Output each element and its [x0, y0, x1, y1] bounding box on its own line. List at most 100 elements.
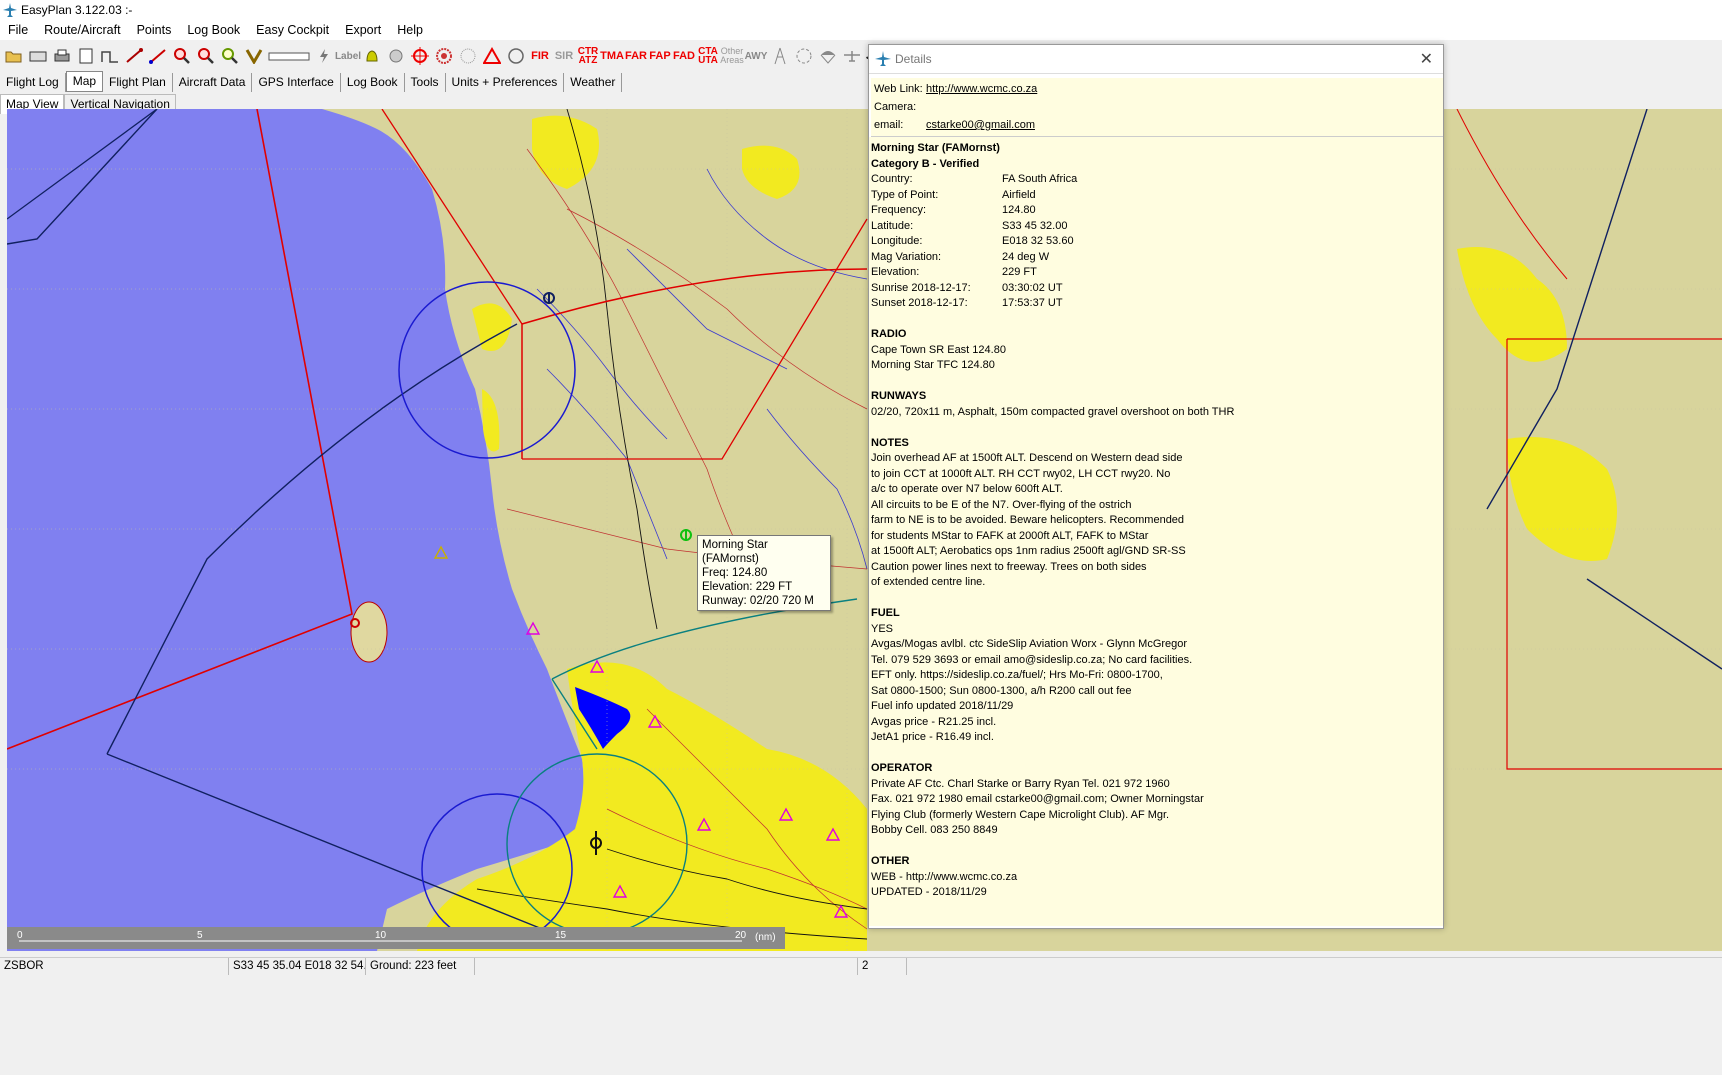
operator-line: Bobby Cell. 083 250 8849 [871, 824, 998, 836]
airfield-name: Morning Star (FAMornst) [871, 142, 1000, 154]
tower-icon[interactable] [769, 45, 791, 67]
vor-icon[interactable] [433, 45, 455, 67]
glider-icon[interactable] [841, 45, 863, 67]
print-icon[interactable] [51, 45, 73, 67]
field-value: S33 45 32.00 [1002, 219, 1068, 232]
ndb-icon[interactable] [457, 45, 479, 67]
other-line: WEB - http://www.wcmc.co.za [871, 870, 1018, 883]
scale-tick-5: 5 [197, 930, 203, 941]
map-canvas[interactable] [7, 109, 1722, 951]
fir-toggle[interactable]: FIR [529, 45, 551, 67]
cta-uta-toggle[interactable]: CTA UTA [697, 45, 719, 67]
airfield-tooltip: Morning Star (FAMornst) Freq: 124.80 Ele… [697, 535, 831, 611]
window-title: EasyPlan 3.122.03 :- [21, 3, 133, 17]
fuel-line: Fuel info updated 2018/11/29 [871, 700, 1014, 712]
camera-label: Camera: [874, 101, 917, 113]
ruler-icon[interactable] [267, 45, 311, 67]
parachute-icon[interactable] [817, 45, 839, 67]
obstacle-triangle-icon[interactable] [481, 45, 503, 67]
ctr-atz-toggle[interactable]: CTR ATZ [577, 45, 599, 67]
field-label: Sunrise 2018-12-17: [871, 281, 971, 294]
tab-flight-plan[interactable]: Flight Plan [103, 73, 173, 92]
fuel-heading: FUEL [871, 607, 900, 619]
details-title: Details [895, 52, 932, 66]
bell-icon[interactable] [361, 45, 383, 67]
route-line-icon[interactable] [123, 45, 145, 67]
distance-scale-bar: 0 5 10 15 20 (nm) [7, 927, 785, 949]
status-bar: ZSBOR S33 45 35.04 E018 32 54.70 Ground:… [0, 957, 1722, 976]
vfr-chart-icon[interactable] [243, 45, 265, 67]
web-link[interactable]: http://www.wcmc.co.za [926, 83, 1037, 95]
field-value: 17:53:37 UT [1002, 297, 1063, 309]
zoom-in-icon[interactable] [171, 45, 193, 67]
open-folder-icon[interactable] [3, 45, 25, 67]
menu-file[interactable]: File [0, 23, 36, 37]
terrain-icon[interactable] [385, 45, 407, 67]
fad-toggle[interactable]: FAD [673, 45, 695, 67]
label-toggle[interactable]: Label [335, 45, 361, 67]
far-toggle[interactable]: FAR [625, 45, 647, 67]
menu-easy-cockpit[interactable]: Easy Cockpit [248, 23, 337, 37]
notes-line: Join overhead AF at 1500ft ALT. Descend … [871, 452, 1183, 464]
lightning-icon[interactable] [313, 45, 335, 67]
circle-icon[interactable] [505, 45, 527, 67]
runway-line: 02/20, 720x11 m, Asphalt, 150m compacted… [871, 405, 1235, 418]
email-link[interactable]: cstarke00@gmail.com [926, 119, 1035, 131]
fap-toggle[interactable]: FAP [649, 45, 671, 67]
fuel-line: Avgas/Mogas avlbl. ctc SideSlip Aviation… [871, 638, 1188, 650]
fuel-line: Sat 0800-1500; Sun 0800-1300, a/h R200 c… [871, 684, 1132, 697]
menu-help[interactable]: Help [389, 23, 431, 37]
field-value: 03:30:02 UT [1002, 281, 1063, 294]
zoom-out-icon[interactable] [195, 45, 217, 67]
fuel-line: Avgas price - R21.25 incl. [871, 715, 997, 728]
field-value: 24 deg W [1002, 250, 1050, 263]
tab-flight-log[interactable]: Flight Log [0, 73, 66, 92]
menu-points[interactable]: Points [129, 23, 180, 37]
save-icon[interactable] [27, 45, 49, 67]
fuel-line: JetA1 price - R16.49 incl. [871, 731, 994, 743]
awy-toggle[interactable]: AWY [745, 45, 768, 67]
menu-route-aircraft[interactable]: Route/Aircraft [36, 23, 128, 37]
tooltip-name: Morning Star (FAMornst) [702, 539, 768, 565]
scale-tick-15: 15 [555, 930, 567, 941]
notes-line: of extended centre line. [871, 576, 986, 588]
status-coordinates: S33 45 35.04 E018 32 54.70 [229, 958, 366, 975]
tab-gps-interface[interactable]: GPS Interface [252, 73, 341, 92]
status-blank [475, 958, 858, 975]
airfield-category: Category B - Verified [871, 157, 980, 170]
field-value: E018 32 53.60 [1002, 235, 1074, 247]
fuel-line: Tel. 079 529 3693 or email amo@sideslip.… [871, 653, 1193, 666]
tab-weather[interactable]: Weather [564, 73, 623, 92]
dashed-circle-icon[interactable] [793, 45, 815, 67]
web-link-label: Web Link: [874, 83, 923, 95]
field-label: Sunset 2018-12-17: [871, 297, 968, 309]
preview-icon[interactable] [75, 45, 97, 67]
zoom-fit-icon[interactable] [219, 45, 241, 67]
menu-log-book[interactable]: Log Book [179, 23, 248, 37]
menu-bar: File Route/Aircraft Points Log Book Easy… [0, 20, 1722, 40]
other-areas-toggle[interactable]: Other Areas [720, 45, 744, 67]
tab-map[interactable]: Map [65, 71, 104, 92]
tma-toggle[interactable]: TMA [600, 45, 624, 67]
robben-island [350, 601, 388, 663]
sir-toggle[interactable]: SIR [553, 45, 575, 67]
draw-route-icon[interactable] [147, 45, 169, 67]
operator-line: Flying Club (formerly Western Cape Micro… [871, 808, 1170, 821]
notes-line: farm to NE is to be avoided. Beware heli… [871, 514, 1185, 526]
tab-aircraft-data[interactable]: Aircraft Data [173, 73, 253, 92]
other-heading: OTHER [871, 855, 910, 867]
field-label: Latitude: [871, 219, 914, 232]
operator-heading: OPERATOR [871, 762, 933, 774]
menu-export[interactable]: Export [337, 23, 389, 37]
radio-line: Cape Town SR East 124.80 [871, 343, 1006, 356]
scale-tick-10: 10 [375, 930, 387, 941]
toolbar: Label FIR SIR CTR ATZ TMA FAR FAP FAD CT… [0, 42, 953, 70]
tab-log-book[interactable]: Log Book [341, 73, 405, 92]
tab-tools[interactable]: Tools [405, 73, 446, 92]
target-icon[interactable] [409, 45, 431, 67]
details-body: Morning Star (FAMornst) Category B - Ver… [869, 137, 1443, 926]
route-profile-icon[interactable] [99, 45, 121, 67]
radio-line: Morning Star TFC 124.80 [871, 359, 995, 371]
close-icon[interactable]: ✕ [1420, 49, 1433, 69]
tab-units-preferences[interactable]: Units + Preferences [446, 73, 565, 92]
